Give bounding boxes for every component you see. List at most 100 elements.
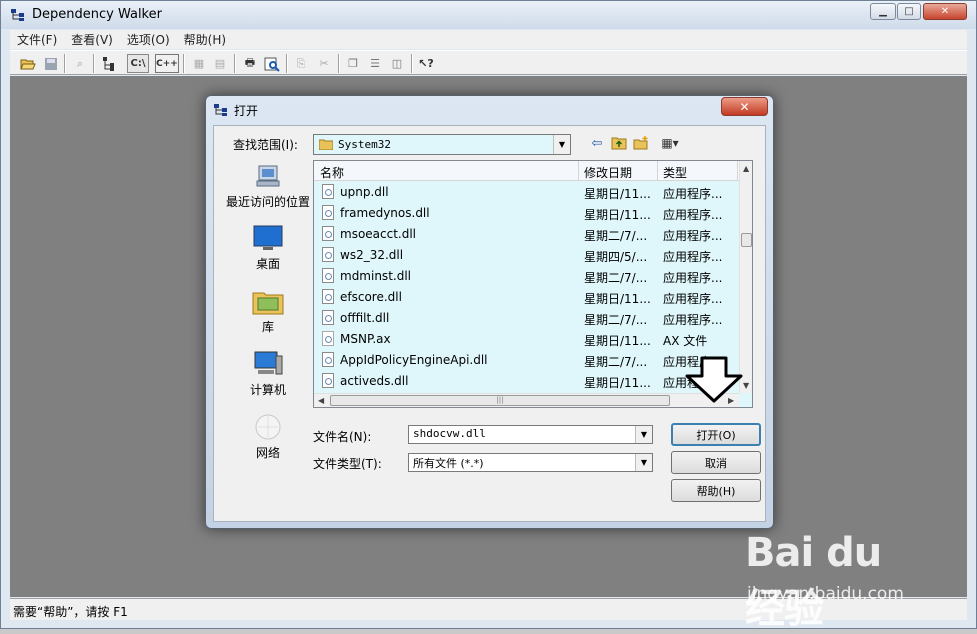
dialog-body: 查找范围(I): System32 ▼ ⇦ ▦▾ 最近访问的位置 桌面 库 计算… <box>213 125 766 522</box>
network-icon <box>252 412 284 442</box>
dependency-walker-icon <box>214 104 227 116</box>
baidu-logo: Bai du 经验 <box>745 530 882 632</box>
print-icon[interactable]: 🖶 <box>240 54 260 73</box>
scroll-left-icon[interactable]: ◀ <box>318 396 324 405</box>
filetype-label: 文件类型(T): <box>313 457 382 471</box>
places-bar: 最近访问的位置 桌面 库 计算机 网络 <box>226 161 310 461</box>
dll-file-icon <box>322 373 334 388</box>
filetype-value: 所有文件 (*.*) <box>413 457 484 470</box>
column-date-modified[interactable]: 修改日期 <box>584 164 632 181</box>
dll-file-icon <box>322 289 334 304</box>
filetype-dropdown[interactable]: 所有文件 (*.*) ▼ <box>408 453 653 472</box>
close-button[interactable]: ✕ <box>923 3 967 20</box>
tile-horizontal-icon[interactable]: ☰ <box>365 54 385 73</box>
lookin-dropdown[interactable]: System32 ▼ <box>313 134 571 155</box>
open-icon[interactable] <box>18 54 38 73</box>
help-button[interactable]: 帮助(H) <box>671 479 761 502</box>
column-type[interactable]: 类型 <box>663 164 687 181</box>
toolbar: ⌕ C:\ C++ ▦ ▤ 🖶 ⎘ ✂ ❐ ☰ ◫ ↖? <box>10 50 967 75</box>
file-row[interactable]: ws2_32.dll 星期四/5/... 应用程序... <box>314 245 739 266</box>
title-bar[interactable]: Dependency Walker ▁ □ ✕ <box>1 1 976 29</box>
file-list-header: 名称 修改日期 类型 <box>314 161 739 181</box>
window-title: Dependency Walker <box>32 7 162 22</box>
lookin-value: System32 <box>338 138 391 151</box>
place-recent[interactable]: 最近访问的位置 <box>226 161 310 210</box>
vertical-scroll-thumb[interactable] <box>741 233 752 247</box>
dll-file-icon <box>322 205 334 220</box>
toolbar-separator <box>234 54 236 73</box>
properties-icon[interactable]: ▦ <box>189 54 209 73</box>
toolbar-separator <box>64 54 66 73</box>
file-row[interactable]: efscore.dll 星期日/11... 应用程序... <box>314 287 739 308</box>
close-icon: ✕ <box>940 6 950 17</box>
filename-input[interactable]: shdocvw.dll ▼ <box>408 425 653 444</box>
lookin-label: 查找范围(I): <box>233 138 298 152</box>
dll-file-icon <box>322 226 334 241</box>
dll-file-icon <box>322 310 334 325</box>
toolbar-separator <box>286 54 288 73</box>
baidu-watermark: Bai du 经验 jingyan.baidu.com <box>745 522 925 632</box>
open-button[interactable]: 打开(O) <box>671 423 761 446</box>
file-row[interactable]: mdminst.dll 星期二/7/... 应用程序... <box>314 266 739 287</box>
place-libraries[interactable]: 库 <box>226 286 310 335</box>
dll-file-icon <box>322 184 334 199</box>
file-row[interactable]: msoeacct.dll 星期二/7/... 应用程序... <box>314 224 739 245</box>
file-row[interactable]: upnp.dll 星期日/11... 应用程序... <box>314 182 739 203</box>
file-row[interactable]: framedynos.dll 星期日/11... 应用程序... <box>314 203 739 224</box>
down-arrow-icon <box>685 356 743 403</box>
status-text: 需要“帮助”，请按 F1 <box>13 605 128 619</box>
up-folder-icon[interactable] <box>610 134 628 152</box>
file-row[interactable]: AppIdPolicyEngineApi.dll 星期二/7/... 应用程序... <box>314 350 739 371</box>
file-row[interactable]: offfilt.dll 星期二/7/... 应用程序... <box>314 308 739 329</box>
back-icon[interactable]: ⇦ <box>588 134 606 152</box>
cancel-button[interactable]: 取消 <box>671 451 761 474</box>
new-folder-icon[interactable] <box>632 134 650 152</box>
menu-file[interactable]: 文件(F) <box>10 31 64 48</box>
toolbar-separator <box>93 54 95 73</box>
full-paths-button[interactable]: C:\ <box>127 54 149 73</box>
cascade-icon[interactable]: ❐ <box>343 54 363 73</box>
save-icon[interactable] <box>41 54 61 73</box>
close-icon: ✕ <box>739 99 750 114</box>
copy-icon[interactable]: ⎘ <box>291 54 311 73</box>
view-menu-icon[interactable]: ▦▾ <box>655 134 685 152</box>
toolbar-separator <box>183 54 185 73</box>
column-name[interactable]: 名称 <box>320 164 344 181</box>
filename-label: 文件名(N): <box>313 430 372 444</box>
quick-view-icon[interactable] <box>262 54 282 73</box>
computer-icon <box>252 349 284 379</box>
chevron-down-icon[interactable]: ▼ <box>635 426 652 443</box>
tile-vertical-icon[interactable]: ◫ <box>387 54 407 73</box>
toolbar-separator <box>411 54 413 73</box>
place-network[interactable]: 网络 <box>226 412 310 461</box>
menu-options[interactable]: 选项(O) <box>120 31 177 48</box>
chevron-down-icon: ▼ <box>553 135 570 154</box>
horizontal-scrollbar[interactable]: ◀ ||| ▶ <box>314 393 739 407</box>
maximize-button[interactable]: □ <box>897 3 921 20</box>
clear-log-icon[interactable]: ✂ <box>314 54 334 73</box>
find-icon[interactable]: ⌕ <box>70 54 90 73</box>
watermark-url: jingyan.baidu.com <box>747 584 904 604</box>
scroll-up-icon[interactable]: ▲ <box>743 164 749 173</box>
dialog-close-button[interactable]: ✕ <box>721 97 768 116</box>
open-dialog: 打开 ✕ 查找范围(I): System32 ▼ ⇦ ▦▾ 最近访问的位置 桌面… <box>205 95 774 529</box>
menu-view[interactable]: 查看(V) <box>64 31 120 48</box>
help-icon[interactable]: ↖? <box>416 54 436 73</box>
menu-help[interactable]: 帮助(H) <box>177 31 233 48</box>
ax-file-icon <box>322 331 334 346</box>
file-row[interactable]: activeds.dll星期日/11...应用程序... <box>314 371 739 392</box>
maximize-icon: □ <box>904 6 914 17</box>
toolbar-separator <box>338 54 340 73</box>
place-computer[interactable]: 计算机 <box>226 349 310 398</box>
external-viewer-icon[interactable]: ▤ <box>210 54 230 73</box>
undecorate-cpp-button[interactable]: C++ <box>155 54 179 73</box>
module-tree-icon[interactable] <box>99 54 119 73</box>
file-row[interactable]: MSNP.ax 星期日/11... AX 文件 <box>314 329 739 350</box>
dll-file-icon <box>322 268 334 283</box>
place-desktop[interactable]: 桌面 <box>226 223 310 272</box>
horizontal-scroll-thumb[interactable]: ||| <box>330 395 670 406</box>
minimize-icon: ▁ <box>879 6 887 17</box>
minimize-button[interactable]: ▁ <box>870 3 896 20</box>
dialog-title: 打开 <box>234 104 259 118</box>
chevron-down-icon[interactable]: ▼ <box>635 454 652 471</box>
